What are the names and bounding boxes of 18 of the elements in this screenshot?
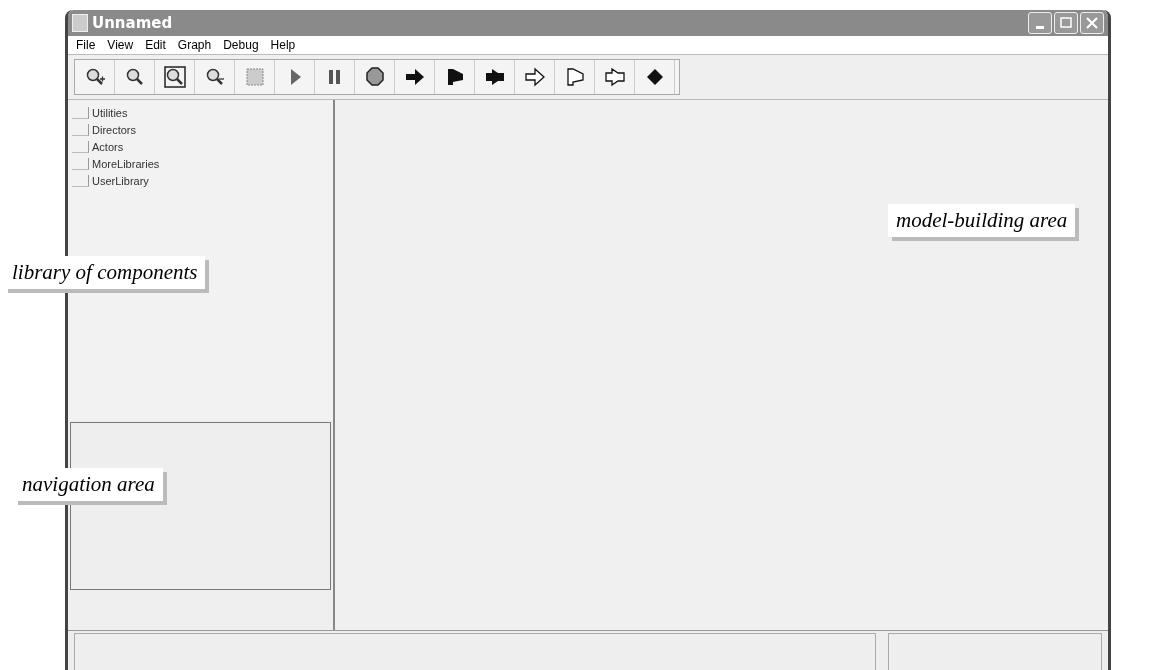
maximize-icon <box>1059 16 1073 30</box>
menu-item[interactable]: View <box>107 38 134 52</box>
minimize-button[interactable] <box>1028 12 1052 34</box>
library-item[interactable]: Actors <box>72 138 329 155</box>
menu-item[interactable]: Graph <box>177 38 212 52</box>
minimize-icon <box>1036 25 1044 29</box>
app-icon <box>72 14 88 32</box>
library-item[interactable]: Directors <box>72 121 329 138</box>
library-item[interactable]: Utilities <box>72 104 329 121</box>
close-icon <box>1085 16 1099 30</box>
menu-item[interactable]: Debug <box>223 38 259 52</box>
library-item[interactable]: UserLibrary <box>72 172 329 189</box>
close-button[interactable] <box>1080 12 1104 34</box>
window-title: Unnamed <box>92 14 173 32</box>
menu-item[interactable]: Edit <box>145 38 166 52</box>
library-item[interactable]: MoreLibraries <box>72 155 329 172</box>
menu-item[interactable]: File <box>76 38 96 52</box>
menu-item[interactable]: Help <box>270 38 296 52</box>
